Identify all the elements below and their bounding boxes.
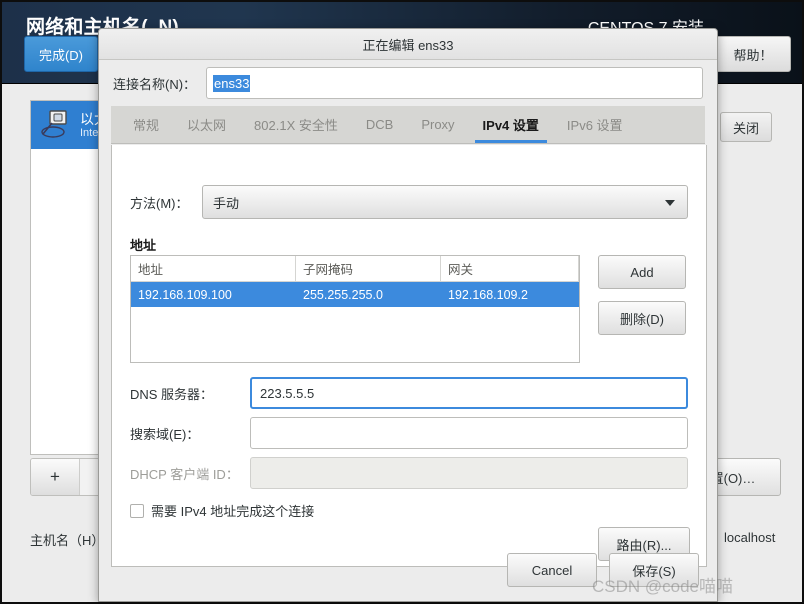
cell-address: 192.168.109.100 (131, 282, 296, 307)
hostname-current-value: localhost (724, 530, 775, 545)
column-header-gateway: 网关 (441, 256, 579, 281)
connection-name-value: ens33 (213, 75, 250, 92)
dns-value: 223.5.5.5 (260, 386, 314, 401)
edit-connection-dialog: 正在编辑 ens33 连接名称(N)： ens33 常规 以太网 802.1X … (98, 28, 718, 602)
tab-ethernet[interactable]: 以太网 (173, 106, 240, 143)
dialog-tabbar: 常规 以太网 802.1X 安全性 DCB Proxy IPv4 设置 IPv6… (111, 106, 705, 144)
tab-ipv4[interactable]: IPv4 设置 (469, 106, 553, 143)
table-row[interactable]: 192.168.109.100 255.255.255.0 192.168.10… (131, 282, 579, 307)
ethernet-icon (39, 109, 73, 141)
addresses-section-title: 地址 (130, 235, 156, 254)
chevron-down-icon (665, 200, 675, 206)
cell-gateway: 192.168.109.2 (441, 282, 579, 307)
require-ipv4-checkbox-row[interactable]: 需要 IPv4 地址完成这个连接 (130, 501, 314, 520)
help-button[interactable]: 帮助！ (715, 36, 791, 72)
dialog-title: 正在编辑 ens33 (99, 29, 717, 60)
search-domain-input[interactable] (250, 417, 688, 449)
require-ipv4-label: 需要 IPv4 地址完成这个连接 (151, 501, 314, 520)
hostname-label: 主机名（H） (30, 530, 104, 549)
tab-8021x[interactable]: 802.1X 安全性 (240, 106, 352, 143)
tab-general[interactable]: 常规 (119, 106, 173, 143)
column-header-netmask: 子网掩码 (296, 256, 441, 281)
method-row: 方法(M)： 手动 (130, 185, 688, 219)
method-select[interactable]: 手动 (202, 185, 688, 219)
cell-netmask: 255.255.255.0 (296, 282, 441, 307)
done-button[interactable]: 完成(D) (24, 36, 98, 72)
search-domain-row: 搜索域(E)： (130, 417, 688, 449)
screen: 网络和主机名(_N) CENTOS 7 安装 完成(D) 帮助！ (0, 0, 804, 604)
tab-dcb[interactable]: DCB (352, 106, 407, 143)
dns-input[interactable]: 223.5.5.5 (250, 377, 688, 409)
close-button[interactable]: 关闭 (720, 112, 772, 142)
ipv4-settings-panel: 方法(M)： 手动 地址 地址 子网掩码 网关 192.168.109.100 … (111, 145, 707, 567)
dns-row: DNS 服务器： 223.5.5.5 (130, 377, 688, 409)
cancel-button[interactable]: Cancel (507, 553, 597, 587)
dns-label: DNS 服务器： (130, 384, 250, 403)
save-button[interactable]: 保存(S) (609, 553, 699, 587)
dhcp-client-id-row: DHCP 客户端 ID： (130, 457, 688, 489)
connection-name-label: 连接名称(N)： (113, 74, 196, 93)
tab-proxy[interactable]: Proxy (407, 106, 468, 143)
tab-ipv6[interactable]: IPv6 设置 (553, 106, 637, 143)
method-value: 手动 (213, 193, 239, 212)
dhcp-client-id-input (250, 457, 688, 489)
column-header-address: 地址 (131, 256, 296, 281)
checkbox-icon[interactable] (130, 504, 144, 518)
method-label: 方法(M)： (130, 193, 202, 212)
add-interface-button[interactable]: + (31, 459, 80, 495)
address-table-header: 地址 子网掩码 网关 (131, 256, 579, 282)
search-domain-label: 搜索域(E)： (130, 424, 250, 443)
address-table: 地址 子网掩码 网关 192.168.109.100 255.255.255.0… (130, 255, 580, 363)
dialog-action-bar: Cancel 保存(S) (99, 539, 717, 601)
connection-name-input[interactable]: ens33 (206, 67, 703, 99)
add-address-button[interactable]: Add (598, 255, 686, 289)
dhcp-client-id-label: DHCP 客户端 ID： (130, 464, 250, 483)
connection-name-row: 连接名称(N)： ens33 (99, 60, 717, 106)
delete-address-button[interactable]: 删除(D) (598, 301, 686, 335)
